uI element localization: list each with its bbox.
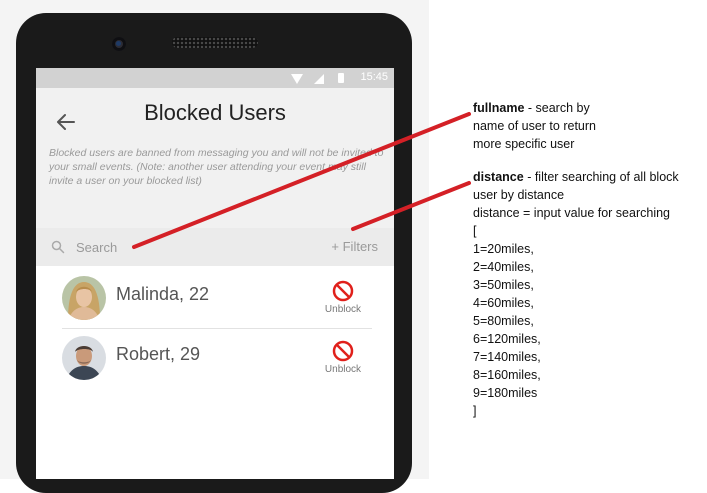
annotation-key: distance xyxy=(473,170,524,184)
user-name: Robert, 29 xyxy=(116,344,201,364)
header: Blocked Users Blocked users are banned f… xyxy=(36,88,394,228)
app-screen: 15:45 Blocked Users Blocked users are ba… xyxy=(36,68,394,479)
wifi-icon xyxy=(291,74,303,84)
blocked-user-row: Malinda, 22 Unblock xyxy=(62,270,372,329)
unblock-label: Unblock xyxy=(324,304,362,315)
page-description: Blocked users are banned from messaging … xyxy=(49,147,384,187)
annotation-line: name of user to return xyxy=(473,119,596,133)
annotation-line: [ xyxy=(473,224,477,238)
block-icon xyxy=(332,280,354,302)
annotation-line: 3=50miles, xyxy=(473,278,534,292)
annotation-line: - search by xyxy=(524,101,590,115)
status-bar: 15:45 xyxy=(36,68,394,88)
avatar xyxy=(62,276,106,320)
distance-annotation: distance - filter searching of all block… xyxy=(473,168,705,420)
annotation-line: ] xyxy=(473,404,477,418)
speaker-grille xyxy=(172,37,258,48)
unblock-button[interactable]: Unblock xyxy=(318,280,368,315)
annotation-line: user by distance xyxy=(473,188,565,202)
signal-icon xyxy=(314,74,324,84)
battery-icon xyxy=(338,73,344,83)
annotation-line: 6=120miles, xyxy=(473,332,541,346)
search-input[interactable] xyxy=(76,237,256,257)
filters-button[interactable]: + Filters xyxy=(331,239,378,254)
annotation-line: 1=20miles, xyxy=(473,242,534,256)
status-time: 15:45 xyxy=(360,71,388,83)
annotation-line: distance = input value for searching xyxy=(473,206,670,220)
blocked-user-row: Robert, 29 Unblock xyxy=(62,330,372,388)
annotation-line: 5=80miles, xyxy=(473,314,534,328)
annotation-line: - filter searching of all block xyxy=(523,170,679,184)
annotation-line: 8=160miles, xyxy=(473,368,541,382)
page-title: Blocked Users xyxy=(144,100,286,125)
unblock-label: Unblock xyxy=(324,364,362,375)
search-icon xyxy=(51,240,65,254)
camera-icon xyxy=(112,37,126,51)
annotation-line: 4=60miles, xyxy=(473,296,534,310)
search-bar: + Filters xyxy=(36,228,394,266)
unblock-button[interactable]: Unblock xyxy=(318,340,368,375)
annotation-line: more specific user xyxy=(473,137,575,151)
annotation-line: 9=180miles xyxy=(473,386,538,400)
annotation-line: 7=140miles, xyxy=(473,350,541,364)
user-name: Malinda, 22 xyxy=(116,284,210,304)
annotation-key: fullname xyxy=(473,101,525,115)
block-icon xyxy=(332,340,354,362)
fullname-annotation: fullname - search by name of user to ret… xyxy=(473,99,703,153)
avatar xyxy=(62,336,106,380)
annotation-line: 2=40miles, xyxy=(473,260,534,274)
